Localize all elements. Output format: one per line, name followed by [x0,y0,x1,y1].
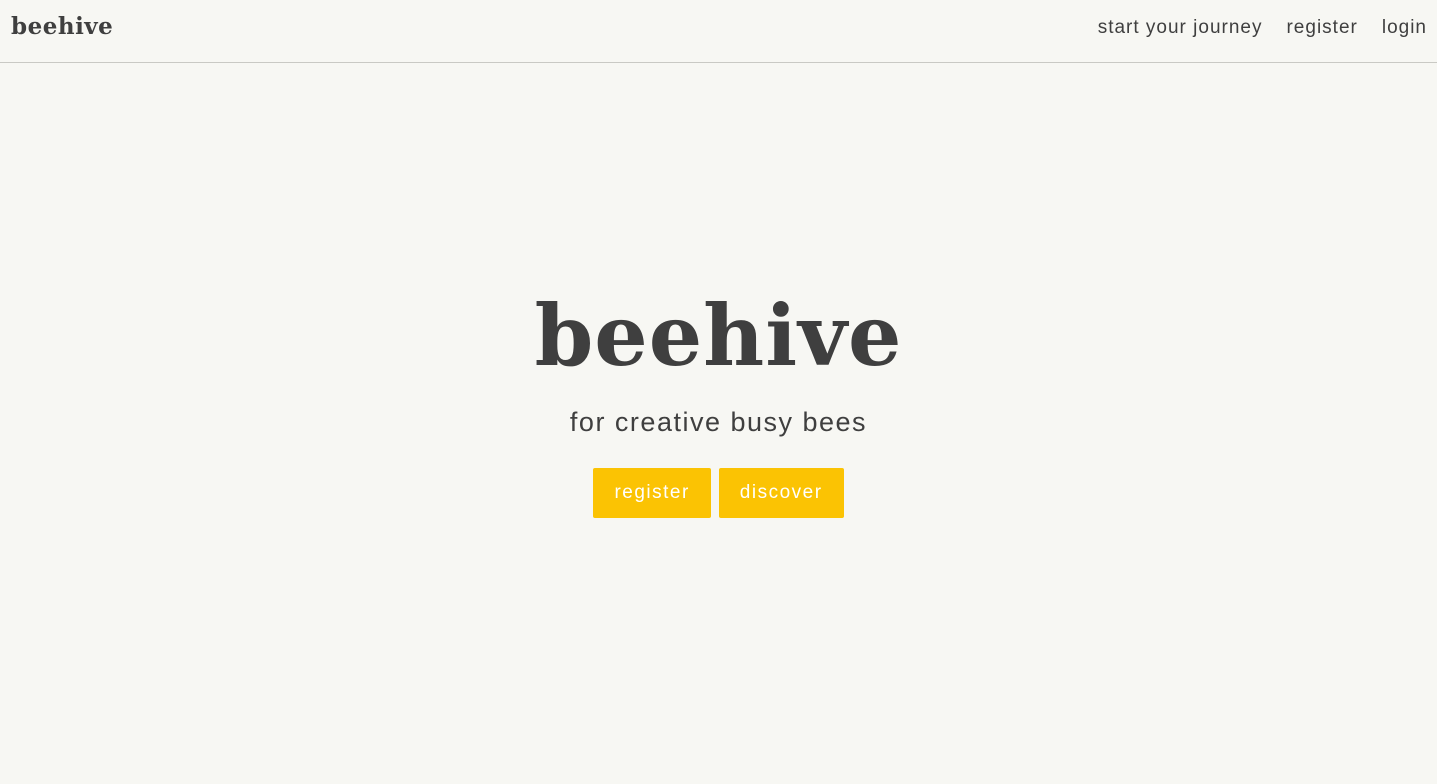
top-navbar: beehive start your journey register logi… [0,0,1437,63]
nav-link-start-your-journey[interactable]: start your journey [1098,17,1263,40]
hero-actions: register discover [0,468,1437,518]
hero-section: beehive for creative busy bees register … [0,280,1437,518]
hero-tagline: for creative busy bees [569,407,868,437]
nav-menu: start your journey register login [1098,17,1427,40]
brand-logo[interactable]: beehive [11,13,113,41]
nav-link-register[interactable]: register [1286,17,1357,40]
register-button[interactable]: register [593,468,711,518]
hero-title: beehive [534,286,903,385]
nav-link-login[interactable]: login [1382,17,1427,40]
discover-button[interactable]: discover [718,468,844,518]
